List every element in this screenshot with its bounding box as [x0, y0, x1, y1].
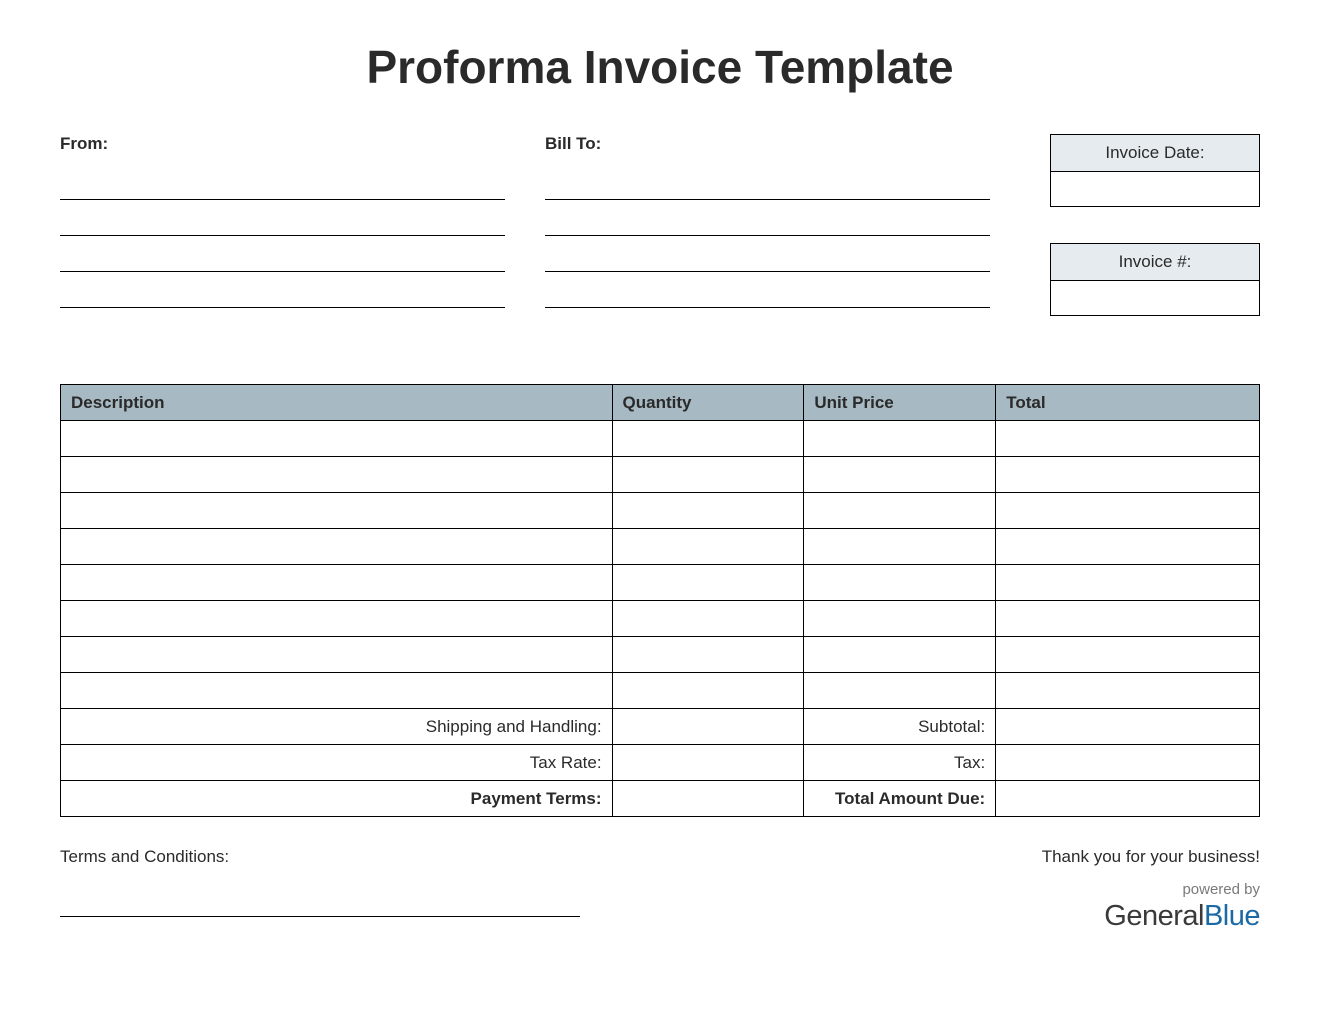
payment-terms-label: Payment Terms:: [61, 781, 613, 817]
meta-column: Invoice Date: Invoice #:: [1050, 134, 1260, 352]
cell-unit-price[interactable]: [804, 637, 996, 673]
cell-unit-price[interactable]: [804, 457, 996, 493]
cell-unit-price[interactable]: [804, 565, 996, 601]
cell-unit-price[interactable]: [804, 421, 996, 457]
invoice-date-value[interactable]: [1051, 172, 1259, 206]
bill-to-label: Bill To:: [545, 134, 990, 154]
cell-unit-price[interactable]: [804, 601, 996, 637]
table-row: [61, 673, 1260, 709]
cell-unit-price[interactable]: [804, 673, 996, 709]
cell-quantity[interactable]: [612, 421, 804, 457]
cell-description[interactable]: [61, 637, 613, 673]
brand-part-1: General: [1104, 900, 1204, 932]
cell-total[interactable]: [996, 565, 1260, 601]
total-due-value[interactable]: [996, 781, 1260, 817]
cell-total[interactable]: [996, 601, 1260, 637]
terms-line[interactable]: [60, 889, 580, 917]
table-row: [61, 493, 1260, 529]
header-unit-price: Unit Price: [804, 385, 996, 421]
shipping-value[interactable]: [612, 709, 804, 745]
cell-description[interactable]: [61, 673, 613, 709]
cell-quantity[interactable]: [612, 673, 804, 709]
subtotal-value[interactable]: [996, 709, 1260, 745]
header-section: From: Bill To: Invoice Date: Invoice #:: [60, 134, 1260, 352]
table-header-row: Description Quantity Unit Price Total: [61, 385, 1260, 421]
brand-part-2: Blue: [1204, 900, 1260, 932]
payment-terms-value[interactable]: [612, 781, 804, 817]
tax-label: Tax:: [804, 745, 996, 781]
table-row: [61, 601, 1260, 637]
invoice-number-value[interactable]: [1051, 281, 1259, 315]
subtotal-label: Subtotal:: [804, 709, 996, 745]
footer-section: Terms and Conditions: Thank you for your…: [60, 847, 1260, 933]
cell-total[interactable]: [996, 529, 1260, 565]
bill-to-line-4[interactable]: [545, 280, 990, 308]
cell-description[interactable]: [61, 457, 613, 493]
cell-unit-price[interactable]: [804, 493, 996, 529]
from-line-2[interactable]: [60, 208, 505, 236]
tax-rate-value[interactable]: [612, 745, 804, 781]
items-table: Description Quantity Unit Price Total: [60, 384, 1260, 817]
brand-logo: GeneralBlue: [1042, 900, 1260, 933]
thanks-text: Thank you for your business!: [1042, 847, 1260, 867]
table-row: [61, 637, 1260, 673]
header-description: Description: [61, 385, 613, 421]
cell-description[interactable]: [61, 565, 613, 601]
header-total: Total: [996, 385, 1260, 421]
invoice-number-box: Invoice #:: [1050, 243, 1260, 316]
cell-quantity[interactable]: [612, 601, 804, 637]
invoice-date-box: Invoice Date:: [1050, 134, 1260, 207]
bill-to-column: Bill To:: [545, 134, 990, 316]
summary-row-total-due: Payment Terms: Total Amount Due:: [61, 781, 1260, 817]
cell-quantity[interactable]: [612, 529, 804, 565]
tax-value[interactable]: [996, 745, 1260, 781]
cell-description[interactable]: [61, 529, 613, 565]
table-row: [61, 457, 1260, 493]
header-quantity: Quantity: [612, 385, 804, 421]
cell-quantity[interactable]: [612, 457, 804, 493]
cell-description[interactable]: [61, 421, 613, 457]
invoice-date-label: Invoice Date:: [1051, 135, 1259, 172]
terms-column: Terms and Conditions:: [60, 847, 660, 933]
terms-label: Terms and Conditions:: [60, 847, 660, 867]
cell-quantity[interactable]: [612, 565, 804, 601]
summary-row-tax: Tax Rate: Tax:: [61, 745, 1260, 781]
cell-total[interactable]: [996, 493, 1260, 529]
from-column: From:: [60, 134, 505, 316]
cell-total[interactable]: [996, 421, 1260, 457]
powered-by-text: powered by: [1042, 881, 1260, 898]
bill-to-line-1[interactable]: [545, 172, 990, 200]
from-line-4[interactable]: [60, 280, 505, 308]
invoice-number-label: Invoice #:: [1051, 244, 1259, 281]
summary-row-shipping-subtotal: Shipping and Handling: Subtotal:: [61, 709, 1260, 745]
bill-to-line-2[interactable]: [545, 208, 990, 236]
cell-quantity[interactable]: [612, 493, 804, 529]
cell-total[interactable]: [996, 457, 1260, 493]
total-due-label: Total Amount Due:: [804, 781, 996, 817]
table-row: [61, 529, 1260, 565]
bill-to-line-3[interactable]: [545, 244, 990, 272]
cell-total[interactable]: [996, 673, 1260, 709]
cell-description[interactable]: [61, 601, 613, 637]
shipping-label: Shipping and Handling:: [61, 709, 613, 745]
table-row: [61, 421, 1260, 457]
cell-unit-price[interactable]: [804, 529, 996, 565]
cell-description[interactable]: [61, 493, 613, 529]
cell-total[interactable]: [996, 637, 1260, 673]
page-title: Proforma Invoice Template: [60, 40, 1260, 94]
table-row: [61, 565, 1260, 601]
cell-quantity[interactable]: [612, 637, 804, 673]
tax-rate-label: Tax Rate:: [61, 745, 613, 781]
thanks-column: Thank you for your business! powered by …: [1042, 847, 1260, 933]
from-label: From:: [60, 134, 505, 154]
from-line-3[interactable]: [60, 244, 505, 272]
from-line-1[interactable]: [60, 172, 505, 200]
